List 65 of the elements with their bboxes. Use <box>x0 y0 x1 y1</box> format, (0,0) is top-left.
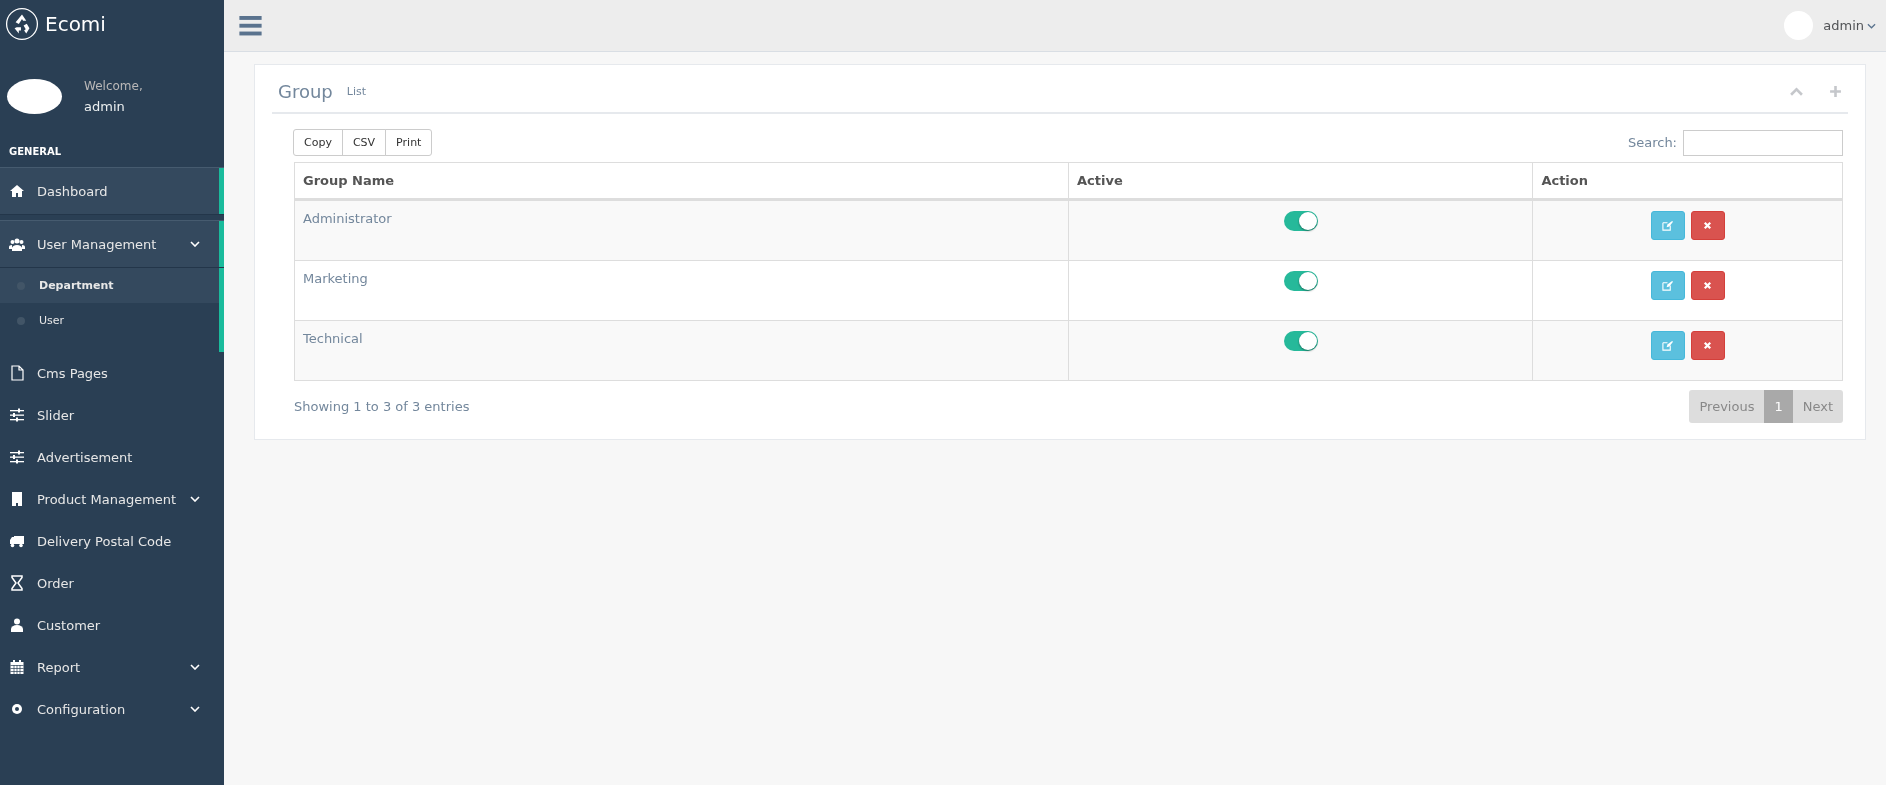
sliders-icon <box>9 449 25 465</box>
caret-icon <box>1867 22 1876 29</box>
table-cell: Marketing <box>294 260 1069 321</box>
toggle-switch[interactable] <box>1283 211 1318 231</box>
delete-button[interactable] <box>1690 331 1725 360</box>
home-icon <box>9 183 25 199</box>
toggle-switch[interactable] <box>1283 271 1318 291</box>
menu-icon[interactable] <box>239 15 262 36</box>
sidebar-item[interactable]: Order <box>0 562 224 604</box>
table-cell: Administrator <box>294 199 1069 261</box>
file-icon <box>9 365 25 381</box>
panel-subtitle: List <box>346 85 367 98</box>
search-field[interactable] <box>1683 129 1843 156</box>
submenu-item[interactable]: User <box>0 303 219 338</box>
chevron-icon <box>190 706 200 712</box>
close-icon <box>1702 280 1714 291</box>
avatar <box>7 78 62 114</box>
sidebar-item[interactable]: Cms Pages <box>0 352 224 394</box>
sidebar-item[interactable]: Configuration <box>0 688 224 730</box>
edit-icon <box>1662 280 1674 291</box>
edit-button[interactable] <box>1650 271 1685 300</box>
export-button[interactable]: Print <box>385 129 433 156</box>
entries-info: Showing 1 to 3 of 3 entries <box>294 399 470 414</box>
brand-name: Ecomi <box>45 12 106 36</box>
sidebar-item[interactable]: Advertisement <box>0 436 224 478</box>
bullet-icon <box>17 316 25 325</box>
truck-icon <box>9 533 25 549</box>
edit-icon <box>1662 220 1674 231</box>
delete-button[interactable] <box>1690 211 1725 240</box>
edit-button[interactable] <box>1650 211 1685 240</box>
chevron-icon <box>190 496 200 502</box>
sidebar-item[interactable]: Slider <box>0 394 224 436</box>
table-cell: Technical <box>294 320 1069 381</box>
building-icon <box>9 491 25 507</box>
hourglass-icon <box>9 575 25 591</box>
person-icon <box>9 617 25 633</box>
export-button[interactable]: Copy <box>293 129 343 156</box>
sliders-icon <box>9 407 25 423</box>
panel-title: Group <box>278 81 333 102</box>
users-icon <box>9 236 25 252</box>
edit-icon <box>1662 340 1674 351</box>
sidebar-item[interactable]: Dashboard <box>0 167 224 215</box>
plus-icon[interactable] <box>1829 85 1842 98</box>
user-menu[interactable]: admin <box>1823 18 1876 33</box>
calendar-icon <box>9 659 25 675</box>
edit-button[interactable] <box>1650 331 1685 360</box>
user-name: admin <box>84 98 126 114</box>
sidebar-item[interactable]: Customer <box>0 604 224 646</box>
collapse-icon[interactable] <box>1790 85 1803 98</box>
search-label: Search: <box>1627 135 1677 150</box>
chevron-icon <box>190 664 200 670</box>
section-heading: GENERAL <box>8 145 63 159</box>
chevron-icon <box>190 241 200 247</box>
export-button[interactable]: CSV <box>341 129 387 156</box>
recycle-logo-icon <box>5 7 39 41</box>
close-icon <box>1702 220 1714 231</box>
welcome-text: Welcome, <box>84 78 143 93</box>
toggle-switch[interactable] <box>1283 331 1318 351</box>
sidebar-item[interactable]: Report <box>0 646 224 688</box>
sidebar-item[interactable]: Product Management <box>0 478 224 520</box>
sidebar-item[interactable]: User Management <box>0 220 224 268</box>
submenu-item[interactable]: Department <box>0 268 219 303</box>
sidebar-item[interactable]: Delivery Postal Code <box>0 520 224 562</box>
delete-button[interactable] <box>1690 271 1725 300</box>
close-icon <box>1702 340 1714 351</box>
